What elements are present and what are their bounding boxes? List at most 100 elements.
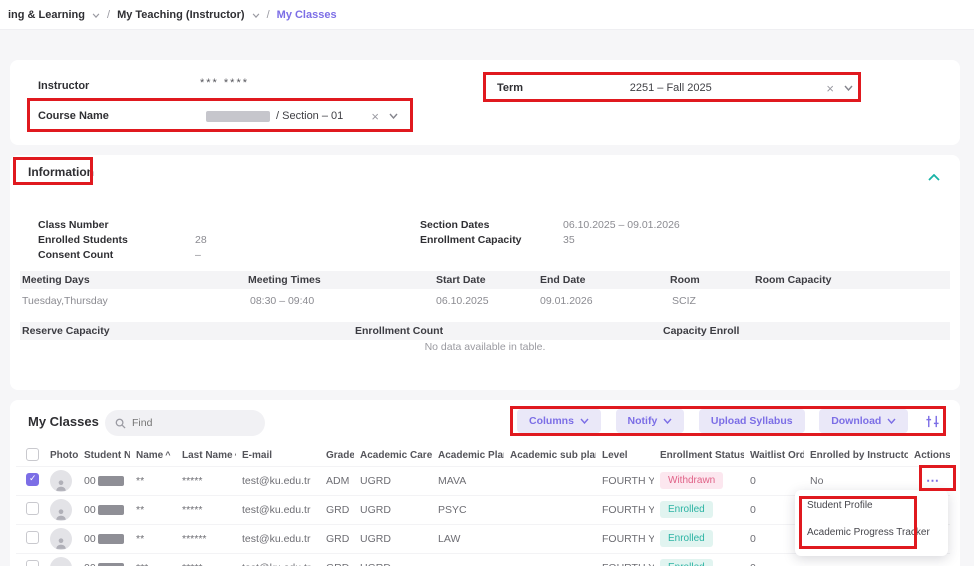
enrollment-count-header: Enrollment Count [355, 325, 443, 337]
table-header-row: Photo Student No Name^ Last Name^ E-mail… [16, 446, 950, 466]
student-no-cell: 00 [78, 495, 130, 524]
breadcrumb-item-my-teaching[interactable]: My Teaching (Instructor) [117, 9, 245, 21]
collapse-section-button[interactable] [928, 169, 940, 184]
status-badge: Enrolled [660, 530, 713, 547]
course-name-label: Course Name [38, 110, 206, 122]
academic-plan-cell: PSYC [432, 495, 504, 524]
chevron-down-icon[interactable] [844, 85, 853, 91]
course-name-select[interactable]: Course Name / Section – 01 × [26, 102, 410, 130]
row-checkbox[interactable] [26, 473, 39, 486]
student-no-column-header: Student No [78, 446, 130, 466]
status-badge: Enrolled [660, 559, 713, 566]
consent-count-label: Consent Count [38, 249, 113, 261]
enrollment-capacity-label: Enrollment Capacity [420, 234, 522, 246]
columns-button[interactable]: Columns [517, 409, 601, 433]
email-column-header: E-mail [236, 446, 320, 466]
name-cell: ** [130, 524, 176, 553]
chevron-down-icon [663, 418, 672, 424]
information-title: Information [28, 165, 94, 179]
enrolled-students-value: 28 [195, 234, 207, 246]
instructor-label: Instructor [38, 80, 89, 92]
last-name-cell: ***** [176, 553, 236, 566]
grade-base-cell: ADM [320, 466, 354, 495]
meeting-times-value: 08:30 – 09:40 [250, 295, 314, 307]
chevron-down-icon[interactable] [252, 13, 260, 18]
last-name-header-label: Last Name [182, 450, 233, 461]
chevron-down-icon [580, 418, 589, 424]
row-checkbox[interactable] [26, 502, 39, 515]
enrollment-status-cell: Withdrawn [654, 466, 744, 495]
status-badge: Withdrawn [660, 472, 723, 489]
instructor-value: *** **** [200, 77, 249, 89]
academic-plan-cell: LAW [432, 524, 504, 553]
capacity-enroll-header: Capacity Enroll [663, 325, 739, 337]
avatar [50, 557, 72, 566]
start-date-header: Start Date [436, 274, 486, 286]
meeting-table-row: Tuesday,Thursday 08:30 – 09:40 06.10.202… [20, 294, 950, 310]
name-cell: *** [130, 553, 176, 566]
notify-button-label: Notify [628, 415, 658, 427]
redacted-student-no [98, 534, 124, 544]
clear-icon[interactable]: × [371, 110, 379, 123]
student-no-text: 00 [84, 475, 96, 487]
search-input[interactable] [132, 417, 242, 429]
level-cell: FOURTH YEAR [596, 524, 654, 553]
last-name-column-header[interactable]: Last Name^ [176, 446, 236, 466]
filters-card: Instructor *** **** Term 2251 – Fall 202… [10, 60, 960, 145]
chevron-down-icon[interactable] [92, 13, 100, 18]
breadcrumb-item-teaching-learning[interactable]: ing & Learning [8, 9, 85, 21]
consent-count-value: – [195, 249, 201, 261]
notify-button[interactable]: Notify [616, 409, 685, 433]
capacity-table-header: Reserve Capacity Enrollment Count Capaci… [20, 322, 950, 340]
enrolled-by-instructor-column-header: Enrolled by Instructor [804, 446, 908, 466]
photo-column-header: Photo [44, 446, 78, 466]
avatar [50, 528, 72, 550]
row-checkbox[interactable] [26, 531, 39, 544]
email-cell: test@ku.edu.tr [236, 524, 320, 553]
empty-table-message: No data available in table. [10, 341, 960, 353]
student-no-text: 00 [84, 562, 96, 566]
upload-syllabus-button-label: Upload Syllabus [711, 415, 793, 427]
chevron-down-icon[interactable] [389, 113, 398, 119]
student-no-cell: 00 [78, 466, 130, 495]
academic-sub-plan-cell [504, 524, 596, 553]
level-cell: FOURTH YEAR [596, 466, 654, 495]
breadcrumb-item-my-classes[interactable]: My Classes [277, 9, 337, 21]
room-capacity-header: Room Capacity [755, 274, 831, 286]
select-all-checkbox[interactable] [26, 448, 39, 461]
download-button[interactable]: Download [819, 409, 908, 433]
name-cell: ** [130, 466, 176, 495]
end-date-value: 09.01.2026 [540, 295, 593, 307]
table-settings-button[interactable] [923, 414, 942, 429]
menu-item-student-profile[interactable]: Student Profile [807, 500, 948, 527]
grade-base-cell: GRD [320, 495, 354, 524]
search-icon [115, 418, 126, 429]
sort-asc-icon[interactable]: ^ [235, 450, 236, 460]
clear-icon[interactable]: × [826, 82, 834, 95]
name-column-header[interactable]: Name^ [130, 446, 176, 466]
section-dates-label: Section Dates [420, 219, 489, 231]
meeting-days-header: Meeting Days [22, 274, 90, 286]
menu-item-academic-progress-tracker[interactable]: Academic Progress Tracker [807, 527, 948, 554]
upload-syllabus-button[interactable]: Upload Syllabus [699, 409, 805, 433]
term-select[interactable]: Term 2251 – Fall 2025 × [485, 75, 865, 101]
email-cell: test@ku.edu.tr [236, 553, 320, 566]
status-badge: Enrolled [660, 501, 713, 518]
enrollment-capacity-value: 35 [563, 234, 575, 246]
student-no-text: 00 [84, 504, 96, 516]
meeting-table-header: Meeting Days Meeting Times Start Date En… [20, 271, 950, 289]
academic-career-column-header: Academic Career [354, 446, 432, 466]
grade-base-column-header: Grade Base [320, 446, 354, 466]
name-header-label: Name [136, 450, 163, 461]
my-classes-title: My Classes [28, 414, 99, 429]
row-actions-button[interactable]: ⋯ [926, 473, 940, 488]
waitlist-order-cell: 0 [744, 553, 804, 566]
person-icon [54, 478, 68, 492]
reserve-capacity-header: Reserve Capacity [22, 325, 110, 337]
sort-asc-icon[interactable]: ^ [165, 450, 170, 460]
row-actions-button[interactable]: ⋯ [926, 560, 940, 566]
row-checkbox[interactable] [26, 560, 39, 566]
enrollment-status-cell: Enrolled [654, 524, 744, 553]
search-box[interactable] [105, 410, 265, 436]
academic-plan-cell: MAVA [432, 466, 504, 495]
